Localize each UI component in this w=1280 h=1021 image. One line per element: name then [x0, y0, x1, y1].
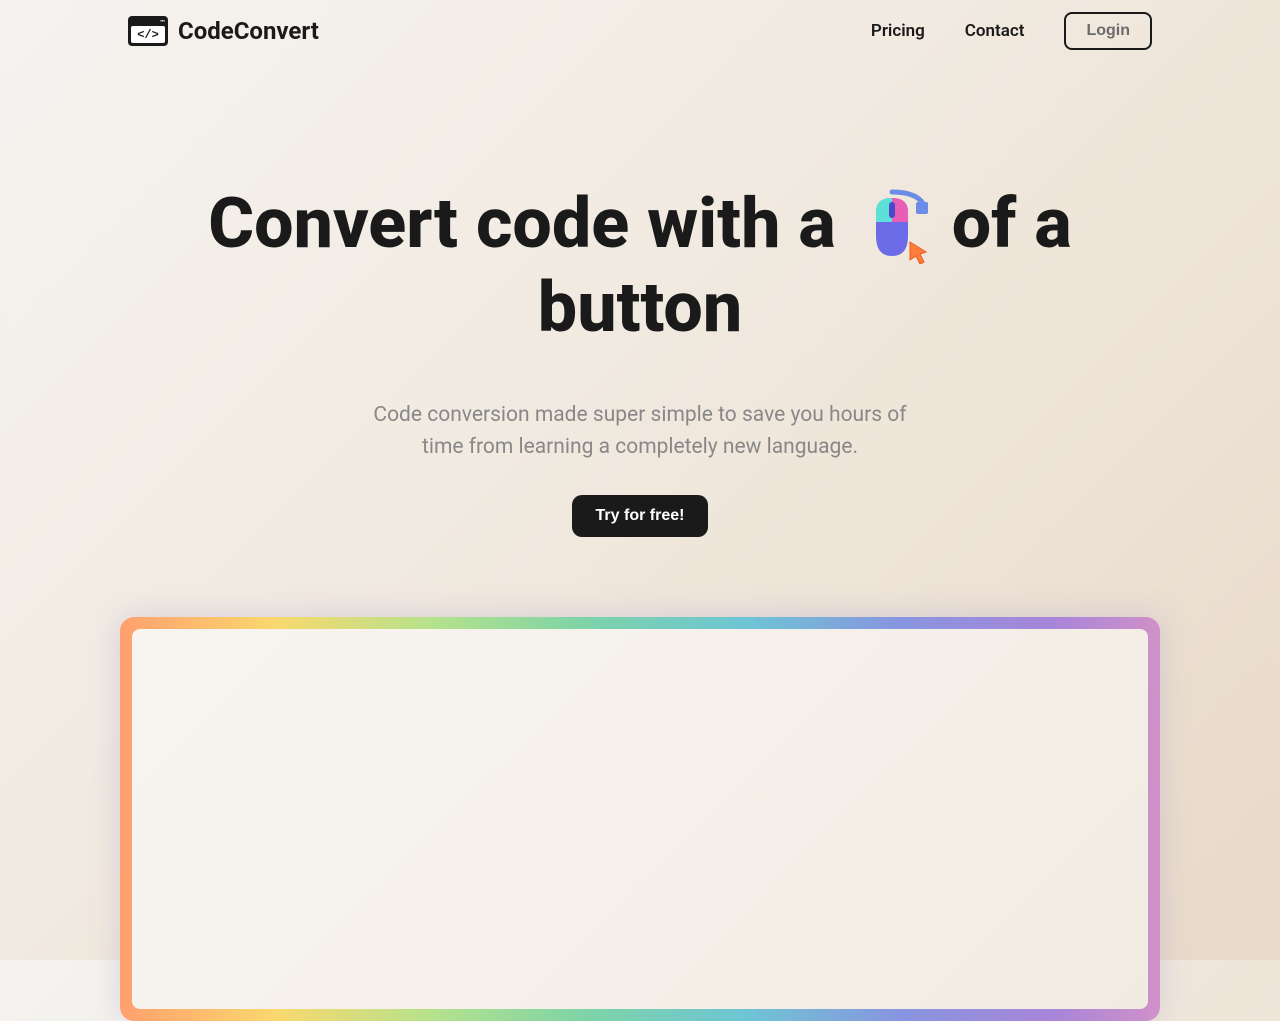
title-word: of — [952, 182, 1017, 266]
header: CodeConvert Pricing Contact Login — [0, 0, 1280, 62]
mouse-click-icon — [854, 184, 934, 264]
title-word: a — [1034, 182, 1071, 266]
code-logo-icon — [128, 16, 168, 46]
title-word: a — [798, 182, 835, 266]
title-word: button — [538, 266, 742, 350]
hero-title: Convert code with a of a button — [200, 182, 1080, 350]
hero-section: Convert code with a of a button — [0, 62, 1280, 537]
nav-contact[interactable]: Contact — [965, 21, 1025, 41]
hero-subtitle: Code conversion made super simple to sav… — [360, 400, 920, 463]
nav-pricing[interactable]: Pricing — [871, 21, 925, 41]
nav: Pricing Contact Login — [871, 12, 1152, 50]
preview-frame — [120, 617, 1160, 1021]
brand-name: CodeConvert — [178, 17, 319, 45]
try-free-button[interactable]: Try for free! — [572, 495, 709, 537]
title-word: code — [476, 182, 629, 266]
title-word: with — [647, 182, 780, 266]
preview-section — [0, 617, 1280, 1021]
title-word: Convert — [208, 182, 458, 266]
preview-inner — [132, 629, 1148, 1009]
login-button[interactable]: Login — [1064, 12, 1152, 50]
logo-area[interactable]: CodeConvert — [128, 16, 319, 46]
